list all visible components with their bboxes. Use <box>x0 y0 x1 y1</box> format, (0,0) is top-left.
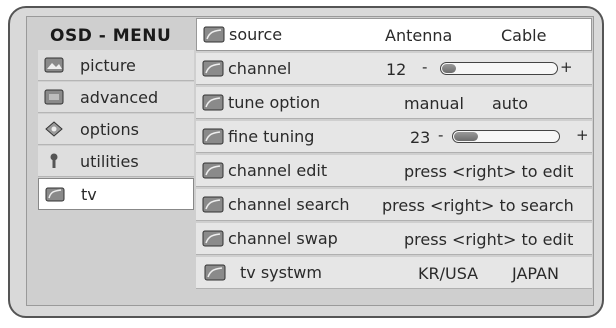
tv-icon <box>202 128 224 145</box>
menu-item-picture[interactable]: picture <box>38 50 194 81</box>
channel-slider[interactable] <box>440 62 558 75</box>
setting-row-fine-tuning[interactable]: fine tuning 23 - + <box>196 121 592 153</box>
menu-item-utilities[interactable]: utilities <box>38 146 194 177</box>
source-option-antenna[interactable]: Antenna <box>385 26 452 45</box>
channel-search-hint: press <right> to search <box>382 196 574 215</box>
utilities-icon <box>44 153 64 169</box>
menu-item-advanced[interactable]: advanced <box>38 82 194 113</box>
setting-row-channel-edit[interactable]: channel edit press <right> to edit <box>196 155 592 187</box>
menu-item-label: utilities <box>80 151 139 171</box>
fine-tuning-minus[interactable]: - <box>438 126 443 144</box>
tune-option-auto[interactable]: auto <box>492 94 528 113</box>
osd-menu: picture advanced options utilities tv <box>38 50 194 211</box>
tv-icon <box>202 196 224 213</box>
setting-label: source <box>229 25 283 44</box>
menu-item-label: options <box>80 119 139 139</box>
menu-item-label: tv <box>81 184 97 204</box>
tv-system-option-japan[interactable]: JAPAN <box>512 264 559 283</box>
tv-system-option-kr-usa[interactable]: KR/USA <box>418 264 478 283</box>
tv-icon <box>202 60 224 77</box>
menu-title: OSD - MENU <box>50 26 172 46</box>
tv-icon <box>202 162 224 179</box>
fine-tuning-plus[interactable]: + <box>576 126 589 144</box>
channel-minus[interactable]: - <box>422 58 427 76</box>
setting-label: channel swap <box>228 229 338 248</box>
advanced-icon <box>44 89 64 105</box>
menu-item-options[interactable]: options <box>38 114 194 145</box>
setting-row-channel-swap[interactable]: channel swap press <right> to edit <box>196 223 592 255</box>
tv-icon <box>202 94 224 111</box>
tune-option-manual[interactable]: manual <box>404 94 464 113</box>
source-option-cable[interactable]: Cable <box>501 26 546 45</box>
fine-tuning-value: 23 <box>410 128 431 147</box>
setting-row-source[interactable]: source Antenna Cable <box>196 18 592 51</box>
picture-icon <box>44 57 64 73</box>
tv-settings-panel: source Antenna Cable channel 12 - + tune… <box>196 18 592 291</box>
tv-icon <box>45 186 65 202</box>
setting-label: channel search <box>228 195 350 214</box>
setting-row-tune-option[interactable]: tune option manual auto <box>196 87 592 119</box>
menu-item-label: advanced <box>80 87 159 107</box>
options-icon <box>44 121 64 137</box>
channel-plus[interactable]: + <box>560 58 573 76</box>
setting-label: channel edit <box>228 161 328 180</box>
menu-item-label: picture <box>80 55 136 75</box>
setting-label: fine tuning <box>228 127 315 146</box>
setting-label: tv systwm <box>240 263 322 282</box>
channel-swap-hint: press <right> to edit <box>404 230 574 249</box>
setting-row-channel[interactable]: channel 12 - + <box>196 53 592 85</box>
setting-label: tune option <box>228 93 321 112</box>
tv-icon <box>203 26 225 43</box>
setting-label: channel <box>228 59 292 78</box>
channel-value: 12 <box>386 60 407 79</box>
channel-slider-fill <box>442 64 456 73</box>
menu-item-tv[interactable]: tv <box>38 178 194 210</box>
tv-icon <box>204 264 226 281</box>
setting-row-channel-search[interactable]: channel search press <right> to search <box>196 189 592 221</box>
tv-icon <box>202 230 224 247</box>
fine-tuning-slider[interactable] <box>452 130 560 143</box>
fine-tuning-slider-fill <box>454 132 479 141</box>
channel-edit-hint: press <right> to edit <box>404 162 574 181</box>
setting-row-tv-system[interactable]: tv systwm KR/USA JAPAN <box>196 257 592 289</box>
